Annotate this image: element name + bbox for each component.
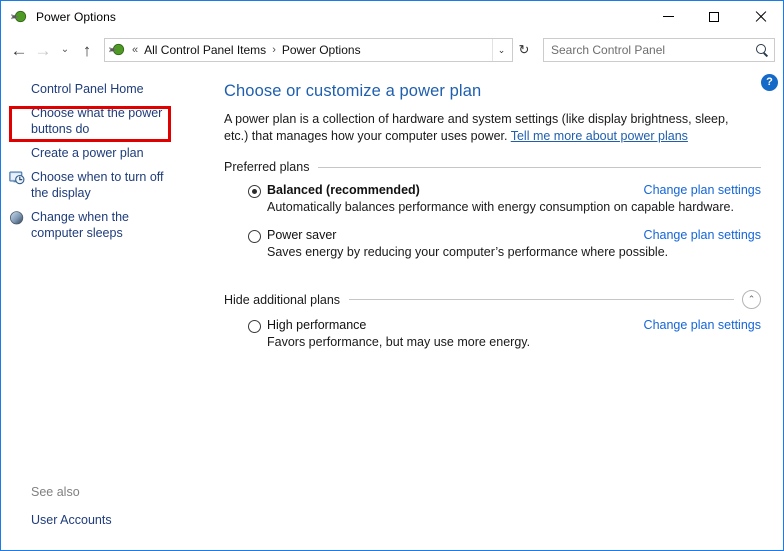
plan-description: Saves energy by reducing your computer’s… [267, 245, 669, 259]
chevron-down-icon[interactable]: ⌄ [492, 39, 510, 61]
radio-balanced[interactable] [248, 185, 261, 198]
close-icon [755, 11, 766, 22]
sidebar-item-choose-what-the-power-buttons-do[interactable]: Choose what the power buttons do [31, 101, 209, 141]
plan-balanced: Balanced (recommended) Change plan setti… [224, 183, 761, 214]
close-button[interactable] [737, 1, 783, 32]
sidebar-item-choose-when-to-turn-off-the-display[interactable]: Choose when to turn off the display [9, 165, 187, 205]
window-title: Power Options [36, 9, 117, 24]
group-divider [349, 299, 734, 300]
search-input[interactable] [551, 43, 753, 57]
see-also-label: See also [31, 485, 80, 499]
display-clock-icon [9, 170, 25, 186]
change-plan-settings-link-power-saver[interactable]: Change plan settings [644, 228, 761, 242]
chevron-up-icon[interactable]: ⌃ [742, 290, 761, 309]
up-button[interactable]: ↑ [75, 38, 99, 62]
tell-me-more-link[interactable]: Tell me more about power plans [511, 129, 688, 143]
sidebar-item-label: User Accounts [31, 513, 112, 527]
sidebar-item-change-when-the-computer-sleeps[interactable]: Change when the computer sleeps [9, 205, 187, 245]
group-header: Hide additional plans ⌃ [224, 290, 761, 309]
sidebar-item-label: Choose what the power buttons do [31, 106, 163, 136]
breadcrumb-overflow[interactable]: « [128, 44, 142, 56]
search-box[interactable] [543, 38, 775, 62]
plan-name: High performance [267, 318, 367, 332]
search-icon [755, 43, 770, 58]
group-preferred-plans: Preferred plans Balanced (recommended) C… [224, 160, 761, 259]
minimize-icon [662, 16, 674, 17]
address-bar[interactable]: « All Control Panel Items › Power Option… [104, 38, 513, 62]
group-additional-plans: Hide additional plans ⌃ High performance… [224, 290, 761, 349]
title-bar: Power Options [1, 1, 783, 32]
breadcrumb-item-power-options[interactable]: Power Options [280, 41, 363, 59]
plan-row[interactable]: Balanced (recommended) Change plan setti… [224, 183, 761, 198]
group-title: Preferred plans [224, 160, 310, 174]
sidebar: Control Panel Home Choose what the power… [1, 68, 216, 550]
sidebar-item-user-accounts[interactable]: User Accounts [31, 508, 209, 532]
power-options-window: Power Options ← → ⌄ ↑ « All Control Pane… [0, 0, 784, 551]
content-area: Control Panel Home Choose what the power… [1, 68, 783, 550]
radio-power-saver[interactable] [248, 230, 261, 243]
plan-name: Balanced (recommended) [267, 183, 420, 197]
maximize-icon [709, 11, 719, 22]
change-plan-settings-link-high-performance[interactable]: Change plan settings [644, 318, 761, 332]
power-plug-icon [11, 9, 27, 25]
recent-locations-dropdown[interactable]: ⌄ [55, 38, 75, 62]
window-controls [645, 1, 783, 32]
plan-row[interactable]: Power saver Change plan settings [224, 228, 761, 243]
change-plan-settings-link-balanced[interactable]: Change plan settings [644, 183, 761, 197]
moon-sleep-icon [9, 210, 25, 226]
minimize-button[interactable] [645, 1, 691, 32]
radio-high-performance[interactable] [248, 320, 261, 333]
maximize-button[interactable] [691, 1, 737, 32]
plan-name: Power saver [267, 228, 337, 242]
plan-row[interactable]: High performance Change plan settings [224, 318, 761, 333]
breadcrumb-item-all-control-panel-items[interactable]: All Control Panel Items [142, 41, 268, 59]
group-header: Preferred plans [224, 160, 761, 174]
navigation-toolbar: ← → ⌄ ↑ « All Control Panel Items › Powe… [1, 32, 783, 68]
forward-button: → [34, 40, 52, 60]
page-description: A power plan is a collection of hardware… [224, 111, 748, 145]
plan-power-saver: Power saver Change plan settings Saves e… [224, 228, 761, 259]
plan-description: Automatically balances performance with … [267, 200, 734, 214]
sidebar-item-label: Change when the computer sleeps [31, 210, 129, 240]
plan-high-performance: High performance Change plan settings Fa… [224, 318, 761, 349]
power-plug-icon [109, 42, 125, 58]
refresh-icon[interactable]: ↻ [513, 38, 535, 62]
plan-description: Favors performance, but may use more ene… [267, 335, 531, 349]
sidebar-item-label: Control Panel Home [31, 82, 144, 96]
sidebar-item-control-panel-home[interactable]: Control Panel Home [31, 77, 209, 101]
page-title: Choose or customize a power plan [224, 82, 482, 100]
help-button[interactable]: ? [761, 74, 778, 91]
see-also-section: See also User Accounts [1, 485, 216, 550]
group-divider [318, 166, 761, 168]
breadcrumb-separator-icon: › [272, 43, 276, 56]
sidebar-item-label: Choose when to turn off the display [31, 170, 164, 200]
group-title: Hide additional plans [224, 292, 341, 307]
sidebar-item-create-a-power-plan[interactable]: Create a power plan [31, 141, 209, 165]
sidebar-item-label: Create a power plan [31, 146, 144, 160]
main-pane: ? Choose or customize a power plan A pow… [216, 68, 783, 550]
back-button[interactable]: ← [7, 38, 31, 62]
